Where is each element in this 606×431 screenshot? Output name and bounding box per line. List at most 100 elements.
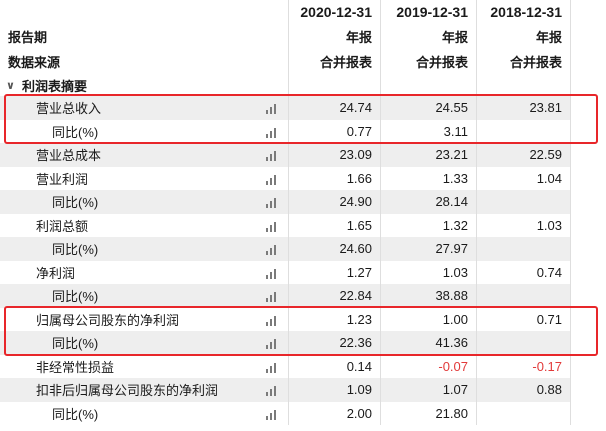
header-period-1: 年报 xyxy=(345,29,372,45)
row-label-cell: 同比(%) xyxy=(0,237,288,261)
column-divider xyxy=(380,0,381,425)
bar-chart-icon[interactable] xyxy=(266,338,279,349)
bar-chart-icon[interactable] xyxy=(266,174,279,185)
header-period-3: 年报 xyxy=(535,29,562,45)
table-row[interactable]: 同比(%) 22.36 41.36 xyxy=(0,331,606,355)
row-label: 非经常性损益 xyxy=(36,359,115,375)
bar-chart-icon[interactable] xyxy=(266,150,279,161)
row-label-cell: 同比(%) xyxy=(0,190,288,214)
row-label: 营业利润 xyxy=(36,171,89,187)
table-row[interactable]: 营业总收入 24.74 24.55 23.81 xyxy=(0,96,606,120)
value-cell: 0.77 xyxy=(346,123,372,139)
bar-chart-icon[interactable] xyxy=(266,197,279,208)
bar-chart-icon[interactable] xyxy=(266,127,279,138)
value-cell: 0.88 xyxy=(476,378,570,402)
value-cell: 23.21 xyxy=(380,143,476,167)
bar-chart-icon[interactable] xyxy=(266,409,279,420)
value-cell: 28.14 xyxy=(380,190,476,214)
header-year-2018[interactable]: 2018-12-31 xyxy=(476,0,570,24)
bar-chart-icon[interactable] xyxy=(266,221,279,232)
table-row[interactable]: 同比(%) 24.90 28.14 xyxy=(0,190,606,214)
value-cell xyxy=(476,190,570,214)
header-year-2019[interactable]: 2019-12-31 xyxy=(380,0,476,24)
bar-chart-icon[interactable] xyxy=(266,385,279,396)
table-row[interactable]: 同比(%) 0.77 3.11 xyxy=(0,120,606,144)
bar-chart-icon[interactable] xyxy=(266,103,279,114)
table-row[interactable]: 同比(%) 22.84 38.88 xyxy=(0,284,606,308)
value-cell: 22.84 xyxy=(288,284,380,308)
value-cell: 24.90 xyxy=(288,190,380,214)
value-cell: 21.80 xyxy=(435,405,468,421)
section-header[interactable]: ∨ 利润表摘要 xyxy=(0,74,288,96)
value-cell: 1.00 xyxy=(442,311,468,327)
chevron-down-icon[interactable]: ∨ xyxy=(6,79,18,92)
row-label-cell: 扣非后归属母公司股东的净利润 xyxy=(0,378,288,402)
bar-chart-icon[interactable] xyxy=(266,291,279,302)
row-label-cell: 营业总成本 xyxy=(0,143,288,167)
value-cell: 1.09 xyxy=(288,378,380,402)
value-cell: 1.03 xyxy=(442,264,468,280)
row-label-cell: 非经常性损益 xyxy=(0,355,288,379)
value-cell: 1.33 xyxy=(442,170,468,186)
value-cell xyxy=(476,331,570,355)
table-row[interactable]: 营业利润 1.66 1.33 1.04 xyxy=(0,167,606,191)
value-cell xyxy=(476,402,570,426)
bar-chart-icon[interactable] xyxy=(266,268,279,279)
value-cell: 0.74 xyxy=(536,264,562,280)
header-year-2020[interactable]: 2020-12-31 xyxy=(288,0,380,24)
row-label-cell: 同比(%) xyxy=(0,284,288,308)
value-cell: 1.07 xyxy=(380,378,476,402)
row-label: 同比(%) xyxy=(52,124,99,140)
row-label-cell: 归属母公司股东的净利润 xyxy=(0,308,288,332)
row-label: 扣非后归属母公司股东的净利润 xyxy=(36,383,219,399)
table-row[interactable]: 扣非后归属母公司股东的净利润 1.09 1.07 0.88 xyxy=(0,378,606,402)
header-row-data-source: 数据来源 合并报表 合并报表 合并报表 xyxy=(0,48,606,74)
value-cell: 0.71 xyxy=(536,311,562,327)
bar-chart-icon[interactable] xyxy=(266,244,279,255)
value-cell: -0.17 xyxy=(532,358,562,374)
header-source-2: 合并报表 xyxy=(415,54,468,70)
value-cell: 24.55 xyxy=(380,96,476,120)
value-cell: 24.74 xyxy=(288,96,380,120)
value-cell: 24.60 xyxy=(288,237,380,261)
section-profit-summary[interactable]: ∨ 利润表摘要 xyxy=(0,74,606,96)
row-label: 同比(%) xyxy=(52,195,99,211)
row-label-cell: 同比(%) xyxy=(0,402,288,426)
row-label: 同比(%) xyxy=(52,336,99,352)
value-cell: 1.27 xyxy=(346,264,372,280)
table-body: 营业总收入 24.74 24.55 23.81 同比(%) 0.77 3.11 营业总成本 23… xyxy=(0,96,606,425)
column-divider xyxy=(476,0,477,425)
value-cell: 3.11 xyxy=(443,123,468,139)
row-label: 净利润 xyxy=(36,265,76,281)
value-cell: 1.04 xyxy=(536,170,562,186)
table-row[interactable]: 同比(%) 2.00 21.80 xyxy=(0,402,606,426)
row-label: 归属母公司股东的净利润 xyxy=(36,312,180,328)
row-label-cell: 净利润 xyxy=(0,261,288,285)
value-cell: 41.36 xyxy=(380,331,476,355)
row-label-cell: 营业总收入 xyxy=(0,96,288,120)
header-period-2: 年报 xyxy=(441,29,468,45)
value-cell: 27.97 xyxy=(380,237,476,261)
header-label-report-period: 报告期 xyxy=(8,29,48,45)
table-row[interactable]: 归属母公司股东的净利润 1.23 1.00 0.71 xyxy=(0,308,606,332)
table-row[interactable]: 营业总成本 23.09 23.21 22.59 xyxy=(0,143,606,167)
table-row[interactable]: 非经常性损益 0.14 -0.07 -0.17 xyxy=(0,355,606,379)
section-title: 利润表摘要 xyxy=(22,78,88,94)
table-row[interactable]: 净利润 1.27 1.03 0.74 xyxy=(0,261,606,285)
value-cell: 23.09 xyxy=(288,143,380,167)
row-label: 同比(%) xyxy=(52,406,99,422)
bar-chart-icon[interactable] xyxy=(266,315,279,326)
value-cell: 1.03 xyxy=(536,217,562,233)
value-cell xyxy=(476,120,570,144)
value-cell xyxy=(476,237,570,261)
table-row[interactable]: 利润总额 1.65 1.32 1.03 xyxy=(0,214,606,238)
header-source-3: 合并报表 xyxy=(509,54,562,70)
value-cell: 22.36 xyxy=(288,331,380,355)
bar-chart-icon[interactable] xyxy=(266,362,279,373)
financial-table: 2020-12-31 2019-12-31 2018-12-31 报告期 年报 … xyxy=(0,0,606,425)
row-label: 同比(%) xyxy=(52,289,99,305)
row-label-cell: 营业利润 xyxy=(0,167,288,191)
value-cell: 22.59 xyxy=(476,143,570,167)
column-divider xyxy=(288,0,289,425)
table-row[interactable]: 同比(%) 24.60 27.97 xyxy=(0,237,606,261)
